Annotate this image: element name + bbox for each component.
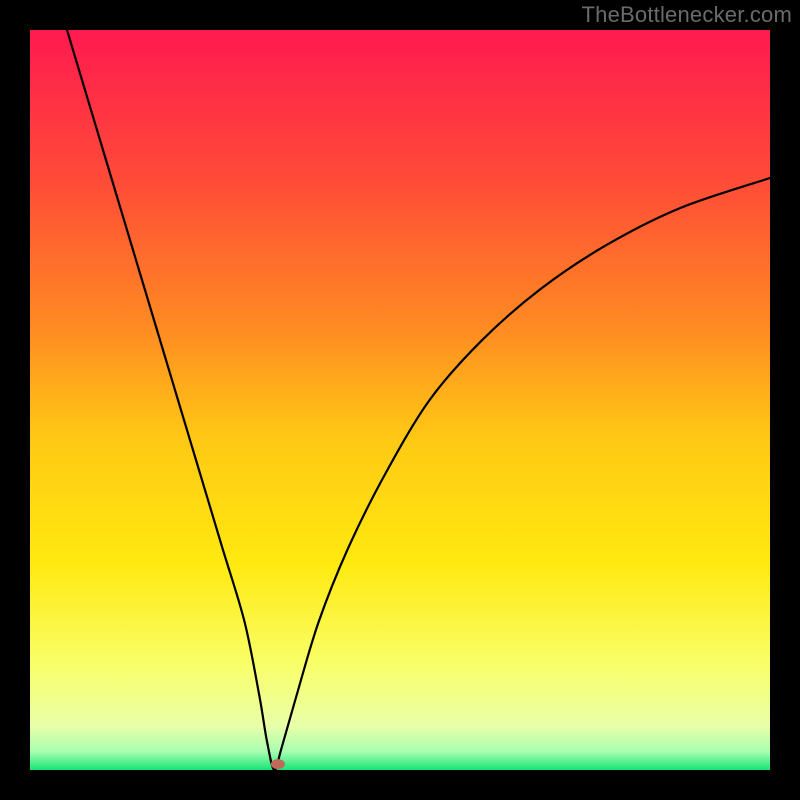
plot-area (30, 30, 770, 770)
optimum-marker (271, 759, 285, 769)
bottleneck-chart (30, 30, 770, 770)
watermark-text: TheBottlenecker.com (582, 2, 792, 28)
chart-frame: TheBottlenecker.com (0, 0, 800, 800)
gradient-background (30, 30, 770, 770)
